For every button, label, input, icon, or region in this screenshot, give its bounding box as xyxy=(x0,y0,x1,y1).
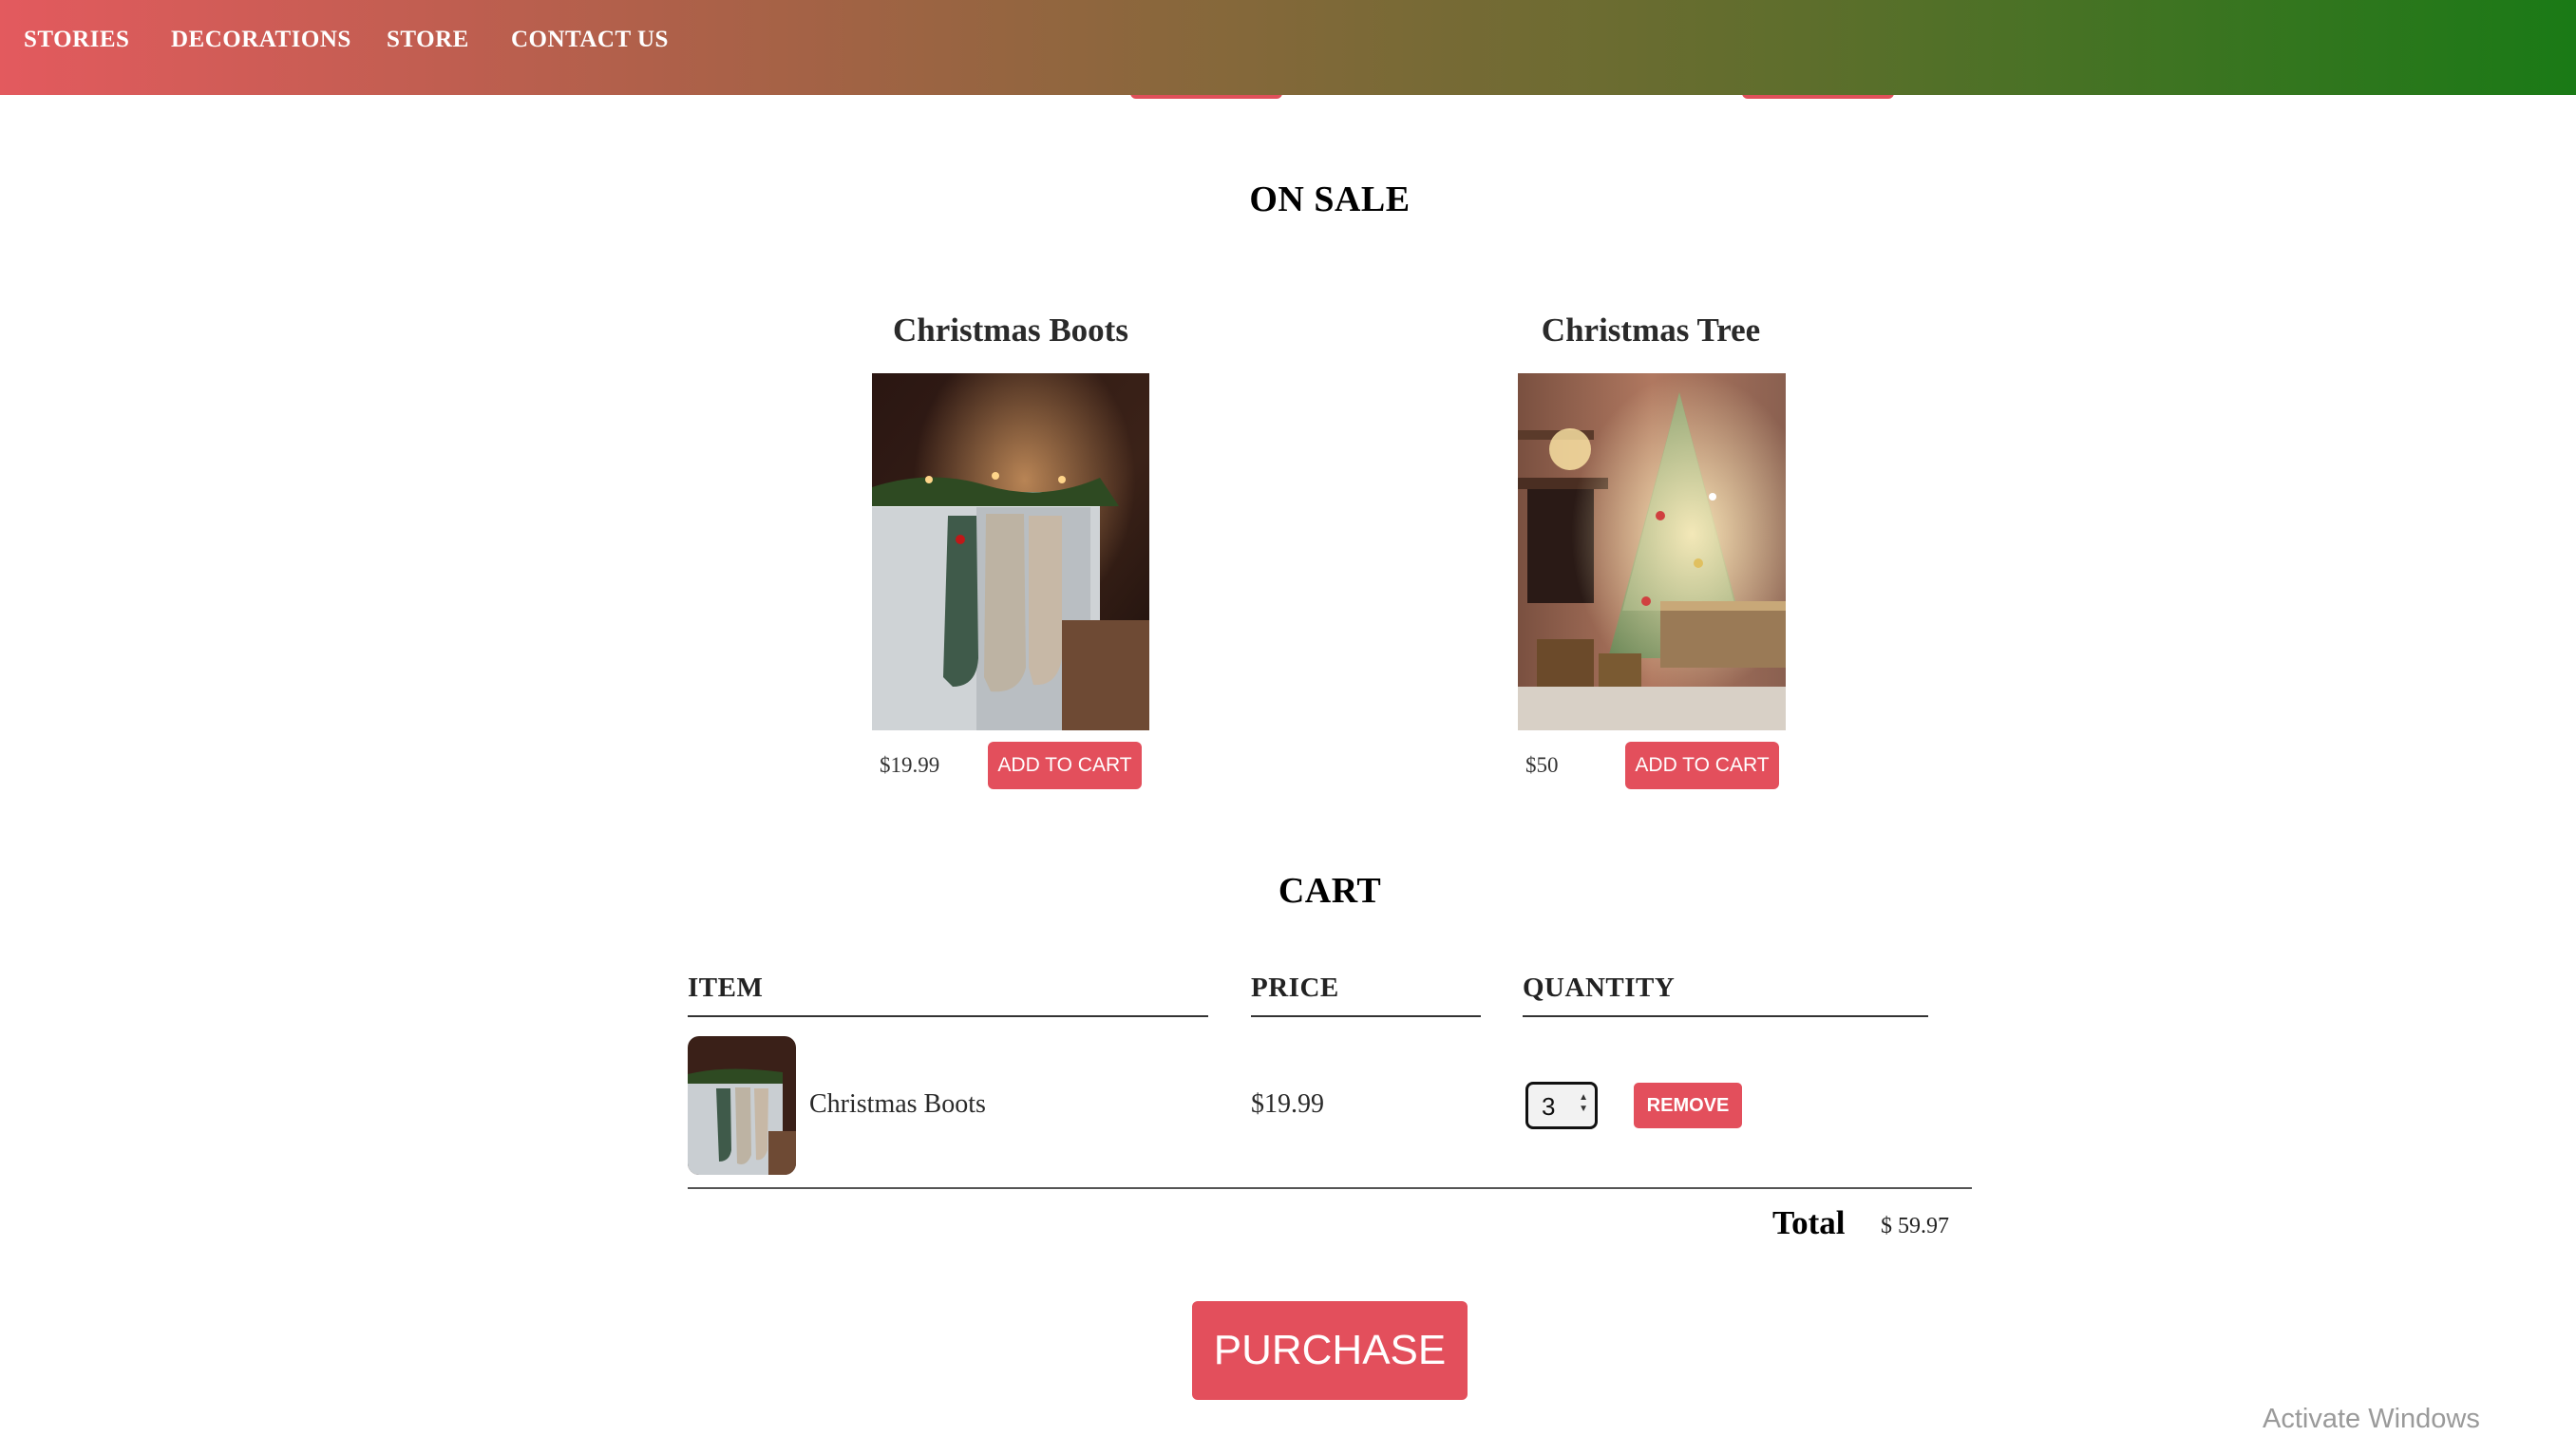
nav-link-store[interactable]: STORE xyxy=(387,27,469,53)
product-price-boots: $19.99 xyxy=(880,753,940,777)
cart-divider xyxy=(688,1187,1972,1189)
nav-link-stories[interactable]: STORIES xyxy=(24,27,129,53)
on-sale-heading: ON SALE xyxy=(1249,180,1411,219)
product-price-tree: $50 xyxy=(1525,753,1559,777)
cart-item-name: Christmas Boots xyxy=(809,1089,986,1119)
cart-total-value: $ 59.97 xyxy=(1881,1214,1949,1238)
cart-total-label: Total xyxy=(1772,1204,1846,1241)
quantity-spinner[interactable]: ▲ ▼ xyxy=(1579,1092,1588,1115)
quantity-value: 3 xyxy=(1542,1092,1556,1121)
quantity-input[interactable]: 3 ▲ ▼ xyxy=(1525,1082,1598,1129)
product-title-tree: Christmas Tree xyxy=(1541,312,1761,349)
cart-column-item: ITEM xyxy=(688,973,1208,1017)
cart-item-thumbnail xyxy=(688,1036,796,1175)
purchase-button[interactable]: PURCHASE xyxy=(1192,1301,1468,1400)
product-title-boots: Christmas Boots xyxy=(893,312,1128,349)
nav-link-decorations[interactable]: DECORATIONS xyxy=(171,27,351,53)
cart-heading: CART xyxy=(1278,871,1382,911)
cart-item-price: $19.99 xyxy=(1251,1089,1324,1119)
product-image-boots xyxy=(872,373,1149,730)
add-to-cart-button-boots[interactable]: ADD TO CART xyxy=(988,742,1142,789)
add-to-cart-button-tree[interactable]: ADD TO CART xyxy=(1625,742,1779,789)
activate-windows-watermark: Activate Windows xyxy=(2263,1404,2480,1434)
cart-column-price: PRICE xyxy=(1251,973,1481,1017)
top-navbar: STORIES DECORATIONS STORE CONTACT US xyxy=(0,0,2576,95)
product-image-tree xyxy=(1518,373,1786,730)
remove-button[interactable]: REMOVE xyxy=(1634,1083,1742,1128)
cart-column-quantity: QUANTITY xyxy=(1523,973,1928,1017)
nav-link-contact-us[interactable]: CONTACT US xyxy=(511,27,669,53)
